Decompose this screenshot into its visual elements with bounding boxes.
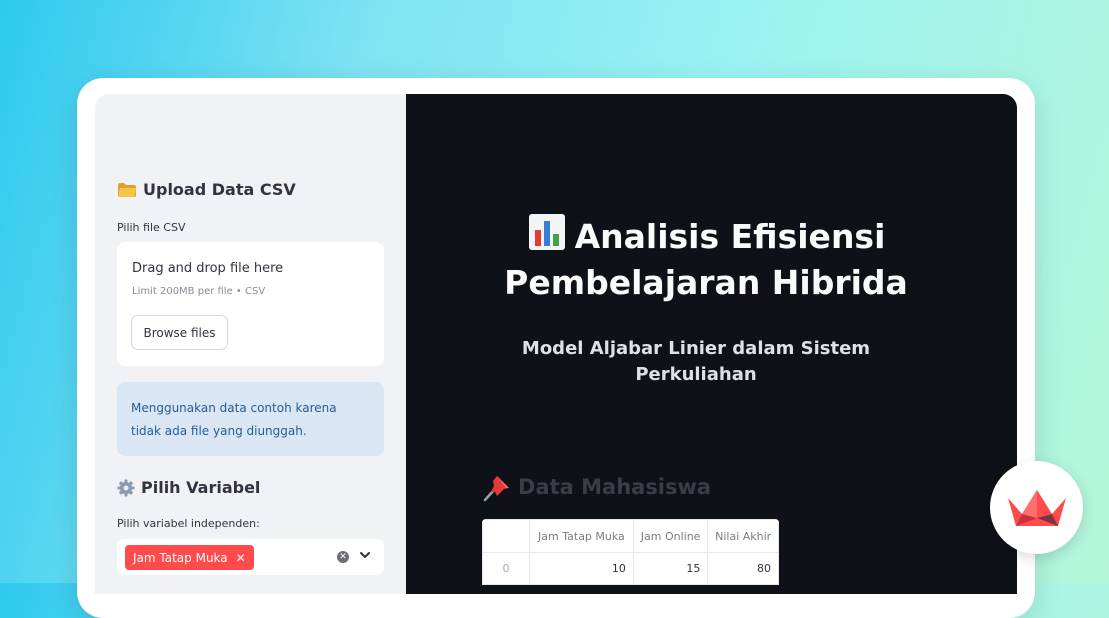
gear-icon xyxy=(117,479,135,496)
app-window: Upload Data CSV Pilih file CSV Drag and … xyxy=(95,94,1017,594)
table-cell[interactable]: 80 xyxy=(707,552,779,585)
column-header[interactable]: Nilai Akhir xyxy=(707,519,779,553)
streamlit-crown-icon xyxy=(1007,489,1066,526)
dropzone-limit: Limit 200MB per file • CSV xyxy=(132,286,266,297)
info-alert: Menggunakan data contoh karena tidak ada… xyxy=(117,382,384,456)
row-index: 0 xyxy=(482,552,530,585)
sidebar: Upload Data CSV Pilih file CSV Drag and … xyxy=(95,94,406,594)
column-header[interactable] xyxy=(482,519,530,553)
independent-label: Pilih variabel independen: xyxy=(117,517,260,530)
remove-tag-icon[interactable]: ✕ xyxy=(236,551,246,565)
bar-chart-icon xyxy=(528,214,565,250)
file-label: Pilih file CSV xyxy=(117,221,186,234)
table-row: 0 10 15 80 xyxy=(482,552,779,585)
pushpin-icon xyxy=(483,476,509,502)
column-header[interactable]: Jam Tatap Muka xyxy=(529,519,634,553)
dropzone-title: Drag and drop file here xyxy=(132,261,284,276)
independent-multiselect[interactable]: Jam Tatap Muka ✕ ✕ xyxy=(117,539,384,575)
clear-icon[interactable]: ✕ xyxy=(337,551,349,563)
table-header-row: Jam Tatap Muka Jam Online Nilai Akhir xyxy=(482,519,779,553)
upload-heading-label: Upload Data CSV xyxy=(143,180,296,199)
file-dropzone[interactable]: Drag and drop file here Limit 200MB per … xyxy=(117,242,384,366)
browse-files-button[interactable]: Browse files xyxy=(131,315,228,350)
data-heading-label: Data Mahasiswa xyxy=(518,475,712,499)
data-heading: Data Mahasiswa xyxy=(482,472,711,502)
folder-icon xyxy=(118,182,137,197)
chevron-down-icon[interactable] xyxy=(358,548,372,562)
table-cell[interactable]: 15 xyxy=(632,552,709,585)
upload-heading: Upload Data CSV xyxy=(117,180,296,199)
page-subtitle: Model Aljabar Linier dalam Sistem Perkul… xyxy=(521,338,871,385)
variable-heading: Pilih Variabel xyxy=(117,478,260,497)
selected-tag-label: Jam Tatap Muka xyxy=(133,550,228,565)
variable-heading-label: Pilih Variabel xyxy=(141,478,261,497)
main-content: Analisis Efisiensi Pembelajaran Hibrida … xyxy=(406,94,1017,594)
streamlit-badge[interactable] xyxy=(990,461,1083,554)
table-cell[interactable]: 10 xyxy=(529,552,634,585)
page-title: Analisis Efisiensi Pembelajaran Hibrida xyxy=(466,212,946,306)
column-header[interactable]: Jam Online xyxy=(632,519,709,553)
data-table[interactable]: Jam Tatap Muka Jam Online Nilai Akhir 0 … xyxy=(482,519,779,585)
selected-tag[interactable]: Jam Tatap Muka ✕ xyxy=(125,545,254,570)
